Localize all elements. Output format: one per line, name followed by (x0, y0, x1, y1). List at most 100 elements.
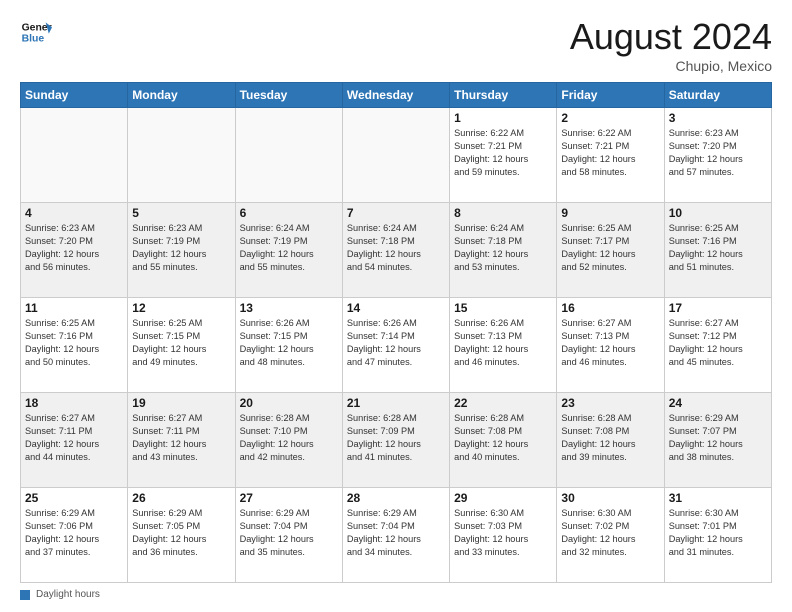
day-number: 24 (669, 396, 767, 410)
col-header-wednesday: Wednesday (342, 83, 449, 108)
day-info: Sunrise: 6:24 AM Sunset: 7:18 PM Dayligh… (347, 222, 445, 274)
day-cell: 2Sunrise: 6:22 AM Sunset: 7:21 PM Daylig… (557, 108, 664, 203)
day-cell: 15 Sunrise: 6:26 AM Sunset: 7:13 PM Dayli… (450, 298, 557, 393)
day-number: 9 (561, 206, 659, 220)
col-header-saturday: Saturday (664, 83, 771, 108)
day-number: 14 (347, 301, 445, 315)
day-info: Sunrise: 6:28 AM Sunset: 7:10 PM Dayligh… (240, 412, 338, 464)
day-cell: 8Sunrise: 6:24 AM Sunset: 7:18 PM Daylig… (450, 203, 557, 298)
subtitle: Chupio, Mexico (570, 58, 772, 74)
header: General Blue August 2024 Chupio, Mexico (20, 16, 772, 74)
day-number: 31 (669, 491, 767, 505)
day-info: Sunrise: 6:23 AM Sunset: 7:20 PM Dayligh… (25, 222, 123, 274)
header-row: SundayMondayTuesdayWednesdayThursdayFrid… (21, 83, 772, 108)
day-cell: 21 Sunrise: 6:28 AM Sunset: 7:09 PM Dayli… (342, 393, 449, 488)
footer-dot (20, 590, 30, 600)
day-info: Sunrise: 6:22 AM Sunset: 7:21 PM Dayligh… (454, 127, 552, 179)
day-number: 25 (25, 491, 123, 505)
day-number: 30 (561, 491, 659, 505)
day-number: 11 (25, 301, 123, 315)
col-header-thursday: Thursday (450, 83, 557, 108)
day-number: 27 (240, 491, 338, 505)
footer-label: Daylight hours (36, 589, 100, 600)
day-cell (235, 108, 342, 203)
day-number: 16 (561, 301, 659, 315)
day-cell: 13Sunrise: 6:26 AM Sunset: 7:15 PM Dayli… (235, 298, 342, 393)
week-row-4: 18 Sunrise: 6:27 AM Sunset: 7:11 PM Dayli… (21, 393, 772, 488)
day-cell: 25 Sunrise: 6:29 AM Sunset: 7:06 PM Dayli… (21, 488, 128, 583)
day-number: 2 (561, 111, 659, 125)
day-cell: 11 Sunrise: 6:25 AM Sunset: 7:16 PM Dayli… (21, 298, 128, 393)
day-info: Sunrise: 6:23 AM Sunset: 7:20 PM Dayligh… (669, 127, 767, 179)
day-cell: 27 Sunrise: 6:29 AM Sunset: 7:04 PM Dayli… (235, 488, 342, 583)
day-number: 19 (132, 396, 230, 410)
title-block: August 2024 Chupio, Mexico (570, 16, 772, 74)
day-cell: 14 Sunrise: 6:26 AM Sunset: 7:14 PM Dayli… (342, 298, 449, 393)
week-row-2: 4 Sunrise: 6:23 AM Sunset: 7:20 PM Daylig… (21, 203, 772, 298)
day-info: Sunrise: 6:25 AM Sunset: 7:15 PM Dayligh… (132, 317, 230, 369)
day-info: Sunrise: 6:28 AM Sunset: 7:09 PM Dayligh… (347, 412, 445, 464)
logo-icon: General Blue (20, 16, 52, 48)
day-info: Sunrise: 6:27 AM Sunset: 7:13 PM Dayligh… (561, 317, 659, 369)
day-cell: 7 Sunrise: 6:24 AM Sunset: 7:18 PM Daylig… (342, 203, 449, 298)
day-info: Sunrise: 6:26 AM Sunset: 7:13 PM Dayligh… (454, 317, 552, 369)
day-number: 20 (240, 396, 338, 410)
calendar-table: SundayMondayTuesdayWednesdayThursdayFrid… (20, 82, 772, 583)
month-title: August 2024 (570, 16, 772, 58)
day-info: Sunrise: 6:30 AM Sunset: 7:01 PM Dayligh… (669, 507, 767, 559)
day-cell: 12Sunrise: 6:25 AM Sunset: 7:15 PM Dayli… (128, 298, 235, 393)
day-number: 29 (454, 491, 552, 505)
day-info: Sunrise: 6:24 AM Sunset: 7:19 PM Dayligh… (240, 222, 338, 274)
day-number: 21 (347, 396, 445, 410)
day-cell (128, 108, 235, 203)
day-number: 4 (25, 206, 123, 220)
logo: General Blue (20, 16, 52, 48)
day-cell: 29Sunrise: 6:30 AM Sunset: 7:03 PM Dayli… (450, 488, 557, 583)
page: General Blue August 2024 Chupio, Mexico … (0, 0, 792, 612)
day-number: 22 (454, 396, 552, 410)
day-info: Sunrise: 6:26 AM Sunset: 7:14 PM Dayligh… (347, 317, 445, 369)
day-info: Sunrise: 6:27 AM Sunset: 7:12 PM Dayligh… (669, 317, 767, 369)
day-cell: 17 Sunrise: 6:27 AM Sunset: 7:12 PM Dayli… (664, 298, 771, 393)
day-info: Sunrise: 6:23 AM Sunset: 7:19 PM Dayligh… (132, 222, 230, 274)
day-info: Sunrise: 6:28 AM Sunset: 7:08 PM Dayligh… (454, 412, 552, 464)
day-info: Sunrise: 6:29 AM Sunset: 7:07 PM Dayligh… (669, 412, 767, 464)
day-cell (21, 108, 128, 203)
day-number: 6 (240, 206, 338, 220)
day-cell: 1 Sunrise: 6:22 AM Sunset: 7:21 PM Daylig… (450, 108, 557, 203)
day-info: Sunrise: 6:25 AM Sunset: 7:16 PM Dayligh… (25, 317, 123, 369)
day-cell: 10Sunrise: 6:25 AM Sunset: 7:16 PM Dayli… (664, 203, 771, 298)
day-info: Sunrise: 6:29 AM Sunset: 7:04 PM Dayligh… (240, 507, 338, 559)
day-cell: 30Sunrise: 6:30 AM Sunset: 7:02 PM Dayli… (557, 488, 664, 583)
day-info: Sunrise: 6:27 AM Sunset: 7:11 PM Dayligh… (132, 412, 230, 464)
day-info: Sunrise: 6:29 AM Sunset: 7:04 PM Dayligh… (347, 507, 445, 559)
day-number: 5 (132, 206, 230, 220)
day-cell: 5 Sunrise: 6:23 AM Sunset: 7:19 PM Daylig… (128, 203, 235, 298)
col-header-friday: Friday (557, 83, 664, 108)
week-row-5: 25 Sunrise: 6:29 AM Sunset: 7:06 PM Dayli… (21, 488, 772, 583)
day-info: Sunrise: 6:25 AM Sunset: 7:17 PM Dayligh… (561, 222, 659, 274)
day-cell: 9 Sunrise: 6:25 AM Sunset: 7:17 PM Daylig… (557, 203, 664, 298)
day-info: Sunrise: 6:29 AM Sunset: 7:06 PM Dayligh… (25, 507, 123, 559)
day-cell (342, 108, 449, 203)
day-cell: 28 Sunrise: 6:29 AM Sunset: 7:04 PM Dayli… (342, 488, 449, 583)
day-info: Sunrise: 6:28 AM Sunset: 7:08 PM Dayligh… (561, 412, 659, 464)
day-number: 28 (347, 491, 445, 505)
day-number: 17 (669, 301, 767, 315)
day-cell: 16 Sunrise: 6:27 AM Sunset: 7:13 PM Dayli… (557, 298, 664, 393)
day-cell: 18 Sunrise: 6:27 AM Sunset: 7:11 PM Dayli… (21, 393, 128, 488)
day-number: 10 (669, 206, 767, 220)
day-info: Sunrise: 6:29 AM Sunset: 7:05 PM Dayligh… (132, 507, 230, 559)
day-number: 7 (347, 206, 445, 220)
day-number: 1 (454, 111, 552, 125)
week-row-1: 1 Sunrise: 6:22 AM Sunset: 7:21 PM Daylig… (21, 108, 772, 203)
day-info: Sunrise: 6:27 AM Sunset: 7:11 PM Dayligh… (25, 412, 123, 464)
day-number: 13 (240, 301, 338, 315)
footer: Daylight hours (20, 589, 772, 600)
day-cell: 31 Sunrise: 6:30 AM Sunset: 7:01 PM Dayli… (664, 488, 771, 583)
day-number: 3 (669, 111, 767, 125)
svg-text:Blue: Blue (22, 34, 45, 45)
day-number: 15 (454, 301, 552, 315)
day-cell: 23Sunrise: 6:28 AM Sunset: 7:08 PM Dayli… (557, 393, 664, 488)
day-number: 18 (25, 396, 123, 410)
